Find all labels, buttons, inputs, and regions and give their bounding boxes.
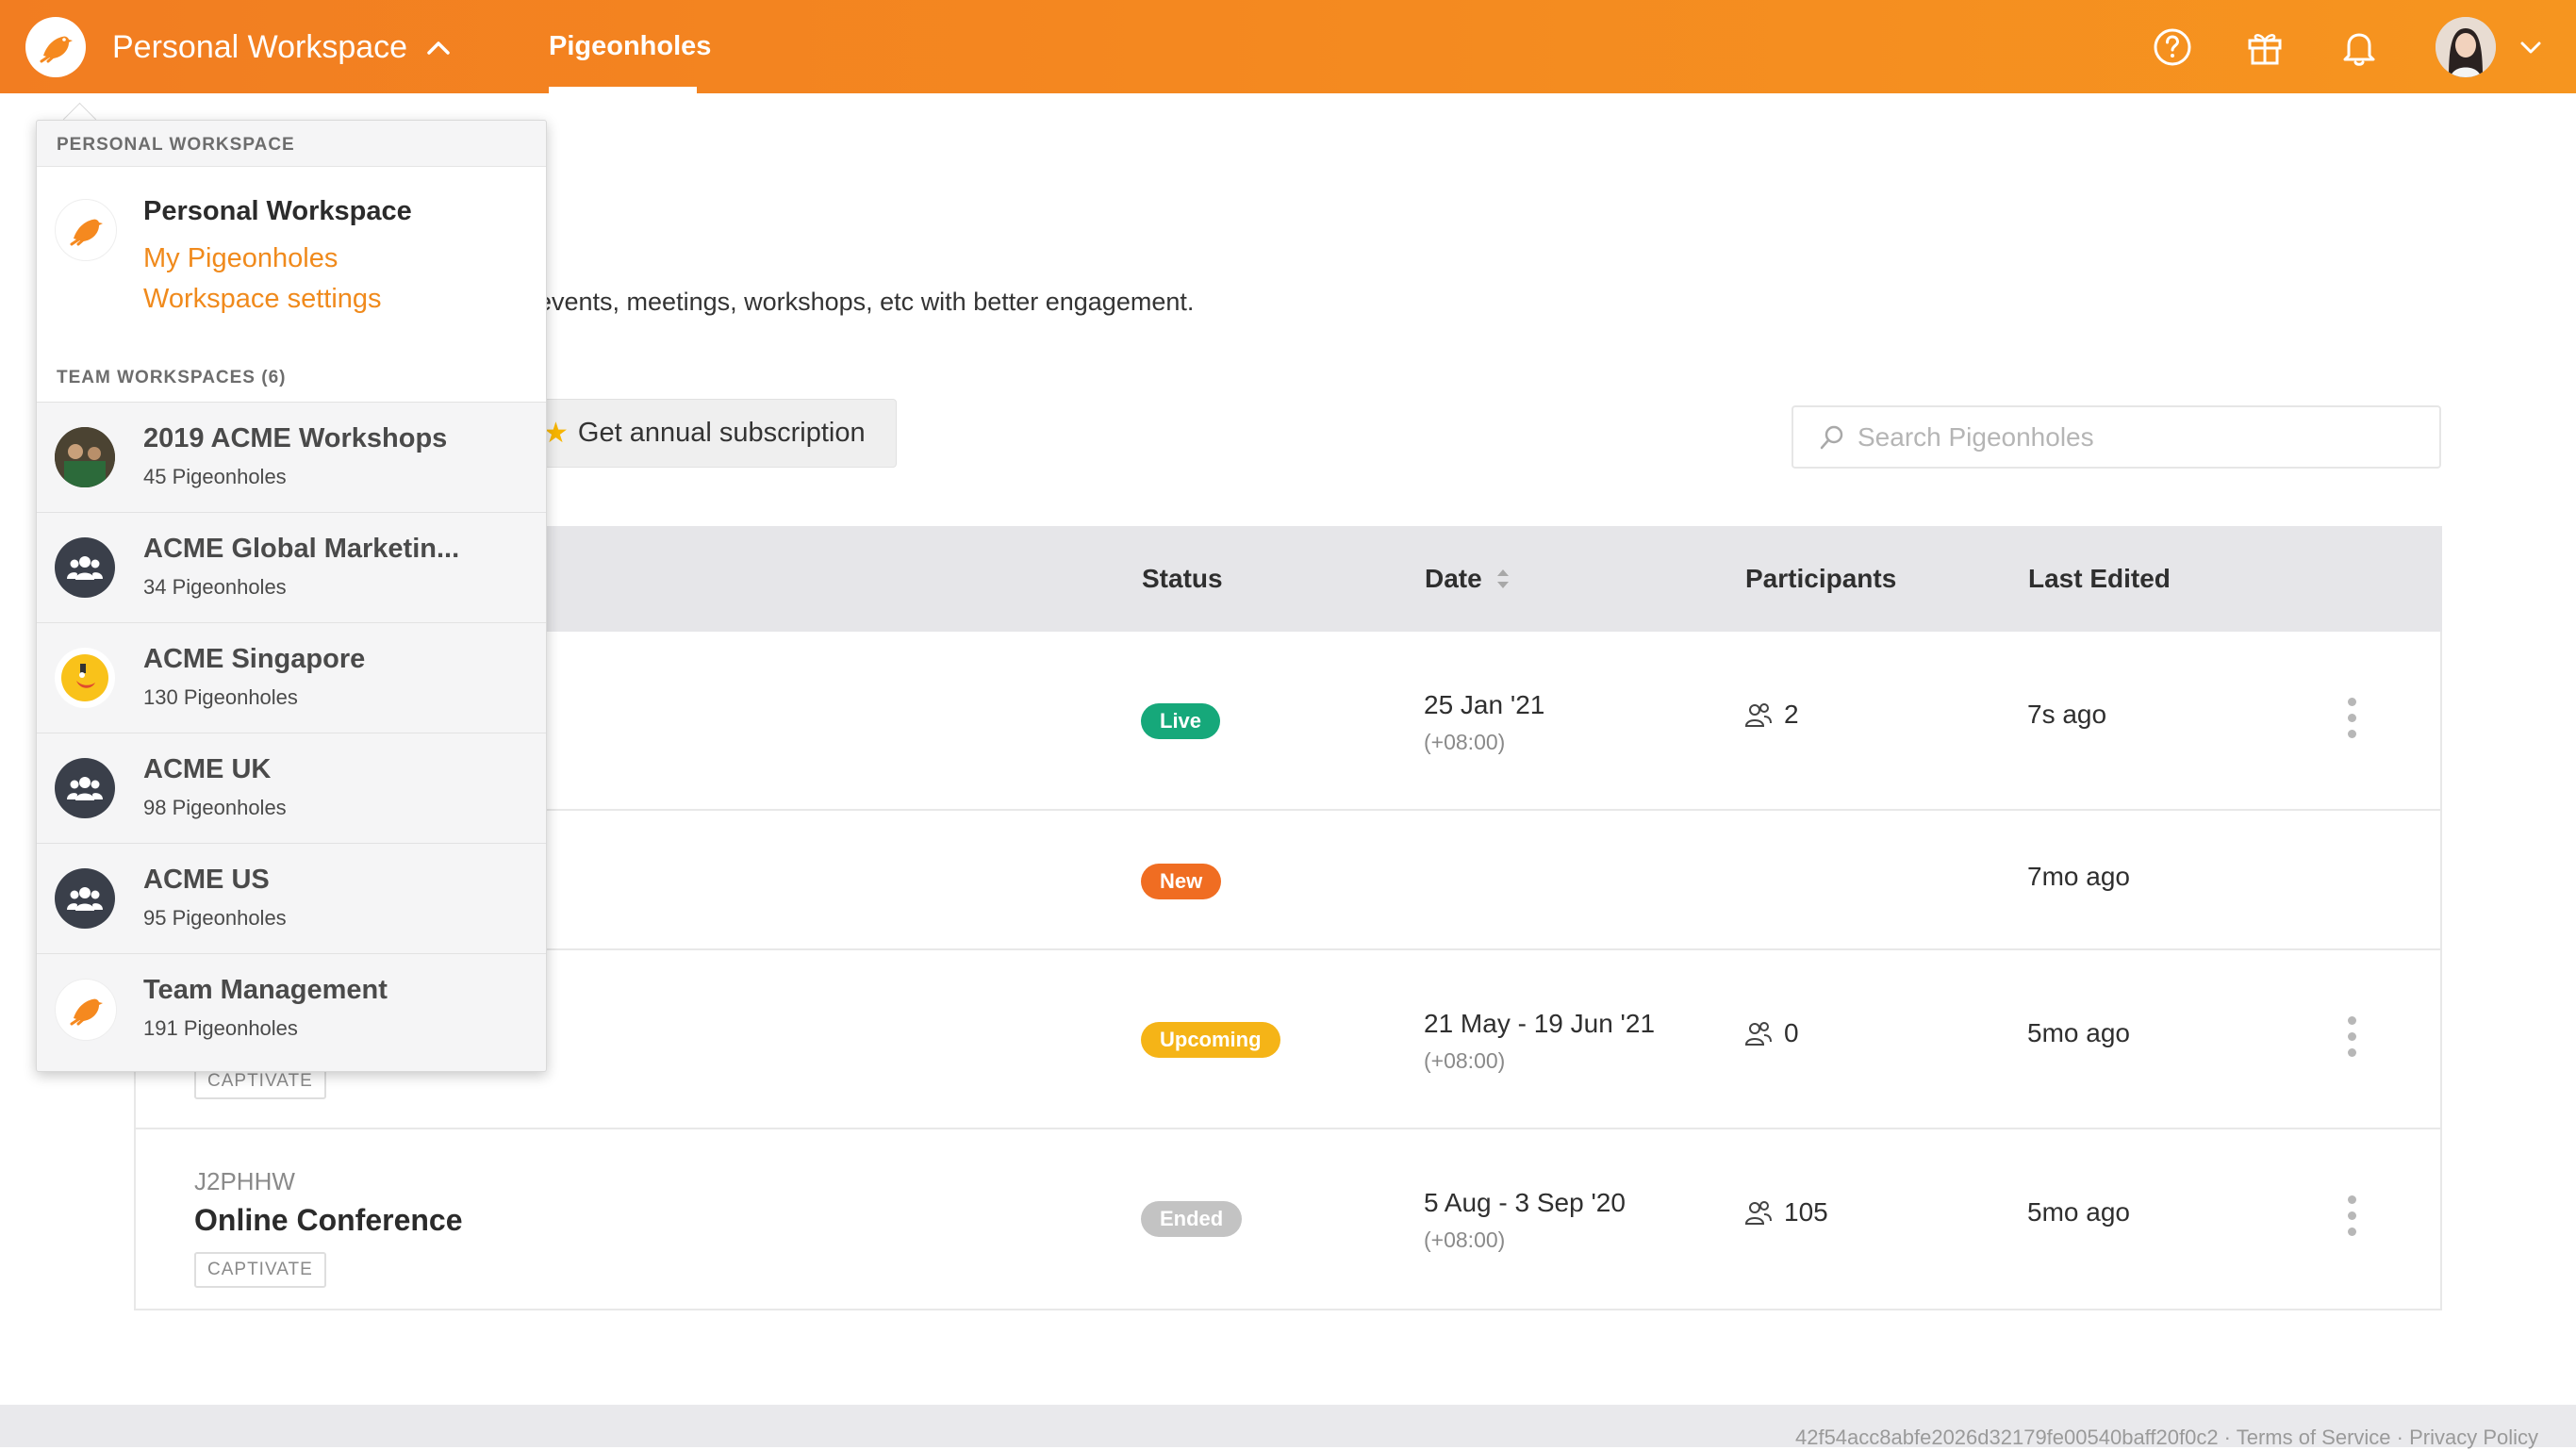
bell-icon[interactable] — [2338, 26, 2380, 68]
last-edited: 7s ago — [2027, 700, 2107, 729]
timezone: (+08:00) — [1424, 1048, 1506, 1073]
annual-subscription-label: Get annual subscription — [577, 418, 866, 448]
team-workspace-count: 130 Pigeonholes — [143, 685, 298, 709]
page-description: events, meetings, workshops, etc with be… — [537, 288, 1195, 316]
team-workspace-name: ACME Singapore — [143, 644, 366, 674]
date-range: 25 Jan '21 — [1424, 690, 1545, 719]
status-badge: Upcoming — [1141, 1022, 1280, 1058]
last-edited: 7mo ago — [2027, 862, 2130, 891]
team-workspace-count: 95 Pigeonholes — [143, 906, 287, 930]
more-options-icon[interactable] — [2346, 698, 2357, 745]
group-icon — [55, 758, 115, 818]
workspace-settings-link[interactable]: Workspace settings — [143, 284, 382, 315]
pigeon-logo-icon — [55, 979, 117, 1041]
participants-value: 0 — [1784, 1018, 1799, 1047]
participants-icon — [1744, 703, 1772, 727]
team-workspace-name: 2019 ACME Workshops — [143, 423, 448, 453]
team-workspace-count: 191 Pigeonholes — [143, 1016, 298, 1040]
table-row[interactable]: J2PHHW Online Conference CAPTIVATE Ended… — [136, 1129, 2442, 1309]
top-bar: Personal Workspace Pigeonholes — [0, 0, 2576, 93]
participants-icon — [1744, 1022, 1772, 1046]
team-workspace-item[interactable]: Team Management 191 Pigeonholes — [37, 953, 546, 1063]
participants-count: 105 — [1744, 1197, 1828, 1228]
participants-icon — [1744, 1201, 1772, 1225]
column-last-edited[interactable]: Last Edited — [2028, 564, 2171, 594]
footer: 42f54acc8abfe2026d32179fe00540baff20f0c2… — [0, 1405, 2576, 1450]
participants-value: 2 — [1784, 700, 1799, 729]
timezone: (+08:00) — [1424, 1228, 1506, 1252]
workspace-dropdown: PERSONAL WORKSPACE Personal Workspace My… — [36, 120, 547, 1072]
status-badge: Live — [1141, 703, 1221, 739]
team-workspace-item[interactable]: ACME Global Marketin... 34 Pigeonholes — [37, 512, 546, 622]
active-tab-indicator — [549, 87, 697, 93]
my-pigeonholes-link[interactable]: My Pigeonholes — [143, 243, 338, 274]
help-icon[interactable] — [2152, 26, 2193, 68]
chevron-up-icon[interactable] — [424, 34, 453, 62]
team-workspace-count: 34 Pigeonholes — [143, 575, 287, 599]
team-workspace-name: Team Management — [143, 975, 388, 1005]
product-tag: CAPTIVATE — [194, 1252, 326, 1288]
column-status[interactable]: Status — [1142, 564, 1223, 594]
pigeonhole-logo-icon[interactable] — [25, 17, 86, 77]
team-workspace-item[interactable]: 2019 ACME Workshops 45 Pigeonholes — [37, 402, 546, 512]
date-range: 5 Aug - 3 Sep '20 — [1424, 1188, 1626, 1217]
search-box[interactable] — [1792, 405, 2441, 469]
personal-workspace-name[interactable]: Personal Workspace — [143, 196, 412, 227]
last-edited: 5mo ago — [2027, 1197, 2130, 1227]
pigeonhole-code: J2PHHW — [194, 1167, 295, 1195]
team-workspace-item[interactable]: ACME UK 98 Pigeonholes — [37, 733, 546, 843]
participants-count: 2 — [1744, 700, 1799, 730]
group-icon — [55, 868, 115, 929]
annual-subscription-button[interactable]: ★ Get annual subscription — [528, 399, 897, 468]
team-workspace-name: ACME US — [143, 865, 270, 895]
sort-icon[interactable] — [1494, 566, 1512, 592]
search-icon — [1820, 425, 1843, 449]
team-workspaces-label: TEAM WORKSPACES (6) — [57, 368, 287, 387]
chevron-down-icon[interactable] — [2518, 34, 2544, 60]
team-workspace-item[interactable]: ACME US 95 Pigeonholes — [37, 843, 546, 953]
column-date-label: Date — [1425, 564, 1482, 593]
team-workspace-count: 98 Pigeonholes — [143, 796, 287, 819]
pigeonhole-title[interactable]: Online Conference — [194, 1203, 463, 1238]
user-avatar[interactable] — [2436, 17, 2496, 77]
team-workspace-item[interactable]: ACME Singapore 130 Pigeonholes — [37, 622, 546, 733]
search-input[interactable] — [1856, 420, 2406, 453]
team-workspace-name: ACME UK — [143, 754, 272, 784]
more-options-icon[interactable] — [2346, 1016, 2357, 1063]
date-range: 21 May - 19 Jun '21 — [1424, 1009, 1656, 1038]
team-workspace-name: ACME Global Marketin... — [143, 534, 460, 564]
column-date[interactable]: Date — [1425, 564, 1512, 594]
timezone: (+08:00) — [1424, 730, 1506, 754]
more-options-icon[interactable] — [2346, 1195, 2357, 1243]
group-icon — [55, 537, 115, 598]
workspace-photo — [55, 427, 115, 487]
gift-icon[interactable] — [2244, 26, 2286, 68]
personal-workspace-label: PERSONAL WORKSPACE — [57, 135, 295, 155]
tab-pigeonholes[interactable]: Pigeonholes — [549, 28, 711, 64]
star-icon: ★ — [543, 418, 569, 449]
last-edited: 5mo ago — [2027, 1018, 2130, 1047]
participants-value: 105 — [1784, 1197, 1828, 1227]
pigeon-logo-icon — [55, 199, 117, 261]
status-badge: Ended — [1141, 1201, 1243, 1237]
team-workspace-count: 45 Pigeonholes — [143, 465, 287, 488]
emoji-icon — [55, 648, 115, 708]
column-participants[interactable]: Participants — [1745, 564, 1896, 594]
footer-links[interactable]: 42f54acc8abfe2026d32179fe00540baff20f0c2… — [1795, 1425, 2538, 1450]
participants-count: 0 — [1744, 1018, 1799, 1048]
status-badge: New — [1141, 864, 1222, 899]
workspace-switcher[interactable]: Personal Workspace — [112, 26, 407, 68]
